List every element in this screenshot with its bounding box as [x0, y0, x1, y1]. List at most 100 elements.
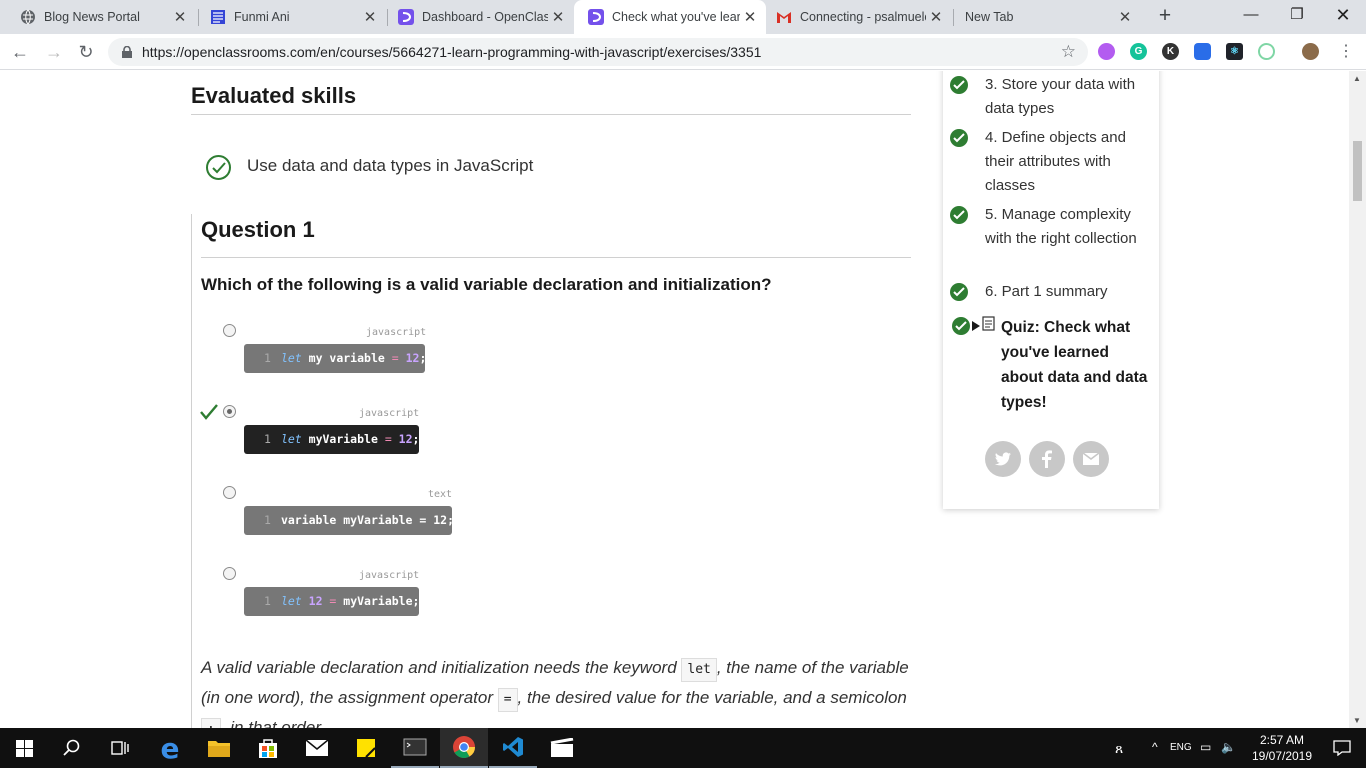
- grammarly-icon[interactable]: G: [1130, 43, 1147, 60]
- windows-taskbar: e ጸ ^ ENG ▭ 🔈 2:57 AM 19/07/2019: [0, 728, 1366, 768]
- option-radio-4[interactable]: [223, 567, 236, 580]
- show-hidden-icons-icon[interactable]: ^: [1152, 740, 1158, 754]
- restore-icon[interactable]: ❐: [1274, 0, 1320, 30]
- search-icon[interactable]: [48, 728, 96, 768]
- minimize-icon[interactable]: —: [1228, 0, 1274, 30]
- tab-blog-news-portal[interactable]: Blog News Portal ✕: [6, 0, 196, 34]
- chrome-icon[interactable]: [440, 728, 488, 768]
- toc-check-icon: [950, 76, 968, 94]
- inline-code: ;: [201, 718, 221, 728]
- scrollbar-thumb[interactable]: [1353, 141, 1362, 201]
- tab-new-tab[interactable]: New Tab ✕: [951, 0, 1141, 34]
- scroll-down-arrow-icon[interactable]: ▼: [1353, 716, 1361, 725]
- mail-icon[interactable]: [293, 728, 341, 768]
- inline-code: let: [681, 658, 717, 682]
- tab-dashboard[interactable]: Dashboard - OpenClass ✕: [384, 0, 574, 34]
- twitter-share-button[interactable]: [985, 441, 1021, 477]
- divider: [191, 114, 911, 115]
- terminal-icon[interactable]: [391, 728, 439, 768]
- extension-k-icon[interactable]: K: [1162, 43, 1179, 60]
- react-devtools-icon[interactable]: ⚛: [1226, 43, 1243, 60]
- email-share-button[interactable]: [1073, 441, 1109, 477]
- vertical-scrollbar[interactable]: ▲ ▼: [1349, 71, 1366, 728]
- skill-label: Use data and data types in JavaScript: [247, 156, 534, 175]
- code-option-1[interactable]: 1 let my variable = 12;: [244, 344, 426, 373]
- reload-icon[interactable]: ↻: [74, 40, 98, 64]
- toc-check-icon: [950, 129, 968, 147]
- skill-check-icon: [206, 155, 231, 180]
- tab-close-icon[interactable]: ✕: [1115, 8, 1135, 26]
- task-view-icon[interactable]: [96, 728, 144, 768]
- divider: [201, 257, 911, 258]
- forward-icon[interactable]: →: [42, 40, 66, 64]
- extension-icon[interactable]: [1098, 43, 1115, 60]
- code-option-4[interactable]: 1 let 12 = myVariable;: [244, 587, 419, 616]
- toc-item-3[interactable]: 3. Store your data with data types: [985, 73, 1150, 121]
- edge-icon[interactable]: e: [146, 728, 194, 768]
- extension-icon[interactable]: [1258, 43, 1275, 60]
- volume-icon[interactable]: 🔈: [1221, 740, 1236, 754]
- system-clock[interactable]: 2:57 AM 19/07/2019: [1250, 732, 1314, 764]
- scroll-up-arrow-icon[interactable]: ▲: [1353, 74, 1361, 83]
- tab-close-icon[interactable]: ✕: [360, 8, 380, 26]
- back-icon[interactable]: ←: [8, 40, 32, 64]
- tab-funmi-ani[interactable]: Funmi Ani ✕: [196, 0, 386, 34]
- tab-close-icon[interactable]: ✕: [548, 8, 568, 26]
- option-radio-3[interactable]: [223, 486, 236, 499]
- bookmark-star-icon[interactable]: ☆: [1061, 42, 1076, 62]
- code-language-label: javascript: [366, 327, 427, 338]
- close-window-icon[interactable]: ✕: [1320, 0, 1366, 30]
- tab-close-icon[interactable]: ✕: [740, 8, 760, 26]
- tab-close-icon[interactable]: ✕: [170, 8, 190, 26]
- current-item-arrow-icon: [972, 321, 980, 331]
- toc-check-icon: [950, 283, 968, 301]
- vscode-icon[interactable]: [489, 728, 537, 768]
- quiz-icon: [982, 316, 995, 331]
- menu-icon[interactable]: ⋮: [1334, 40, 1358, 64]
- toc-item-4[interactable]: 4. Define objects and their attributes w…: [985, 126, 1150, 198]
- tab-close-icon[interactable]: ✕: [926, 8, 946, 26]
- code-option-3[interactable]: 1 variable myVariable = 12;: [244, 506, 454, 535]
- answer-explanation: A valid variable declaration and initial…: [201, 653, 911, 728]
- toc-item-5[interactable]: 5. Manage complexity with the right coll…: [985, 203, 1145, 251]
- inline-code: =: [497, 688, 518, 712]
- email-icon: [1082, 452, 1100, 465]
- sticky-notes-icon[interactable]: [342, 728, 390, 768]
- option-radio-1[interactable]: [223, 324, 236, 337]
- input-language-icon[interactable]: ENG: [1170, 742, 1192, 753]
- tab-title: Connecting - psalmuelc: [800, 10, 926, 24]
- code-option-2[interactable]: 1 let myVariable = 12;: [244, 425, 419, 454]
- tab-check-what-youve-learned[interactable]: Check what you've lear ✕: [574, 0, 766, 34]
- option-radio-2[interactable]: [223, 405, 236, 418]
- toc-item-6[interactable]: 6. Part 1 summary: [985, 280, 1150, 304]
- clock-date: 19/07/2019: [1251, 749, 1313, 763]
- file-explorer-icon[interactable]: [195, 728, 243, 768]
- toc-item-quiz[interactable]: Quiz: Check what you've learned about da…: [1001, 315, 1151, 415]
- tab-gmail[interactable]: Connecting - psalmuelc ✕: [762, 0, 952, 34]
- people-icon[interactable]: ጸ: [1115, 740, 1123, 757]
- doc-icon: [211, 10, 225, 24]
- tab-title: Funmi Ani: [234, 10, 290, 24]
- facebook-share-button[interactable]: [1029, 441, 1065, 477]
- url-text: https://openclassrooms.com/en/courses/56…: [142, 44, 762, 60]
- new-tab-button[interactable]: +: [1154, 5, 1176, 27]
- extension-icon[interactable]: [1194, 43, 1211, 60]
- lock-icon[interactable]: [122, 46, 132, 58]
- clock-time: 2:57 AM: [1259, 733, 1305, 747]
- windows-start-icon[interactable]: [0, 728, 48, 768]
- notification-icon[interactable]: [1318, 728, 1366, 768]
- facebook-icon: [1042, 450, 1052, 468]
- address-bar[interactable]: https://openclassrooms.com/en/courses/56…: [108, 38, 1088, 66]
- store-icon[interactable]: [244, 728, 292, 768]
- browser-toolbar: ← → ↻ https://openclassrooms.com/en/cour…: [0, 34, 1366, 70]
- profile-avatar[interactable]: [1302, 43, 1319, 60]
- video-editor-icon[interactable]: [538, 728, 586, 768]
- tab-strip: Blog News Portal ✕ Funmi Ani ✕ Dashboard…: [0, 0, 1366, 34]
- correct-answer-check-icon: [200, 404, 218, 420]
- question-border: [191, 214, 192, 728]
- network-icon[interactable]: ▭: [1200, 740, 1211, 754]
- toc-check-icon: [950, 206, 968, 224]
- tab-title: Check what you've lear: [612, 10, 740, 24]
- evaluated-skills-heading: Evaluated skills: [191, 83, 357, 108]
- gmail-icon: [777, 12, 791, 23]
